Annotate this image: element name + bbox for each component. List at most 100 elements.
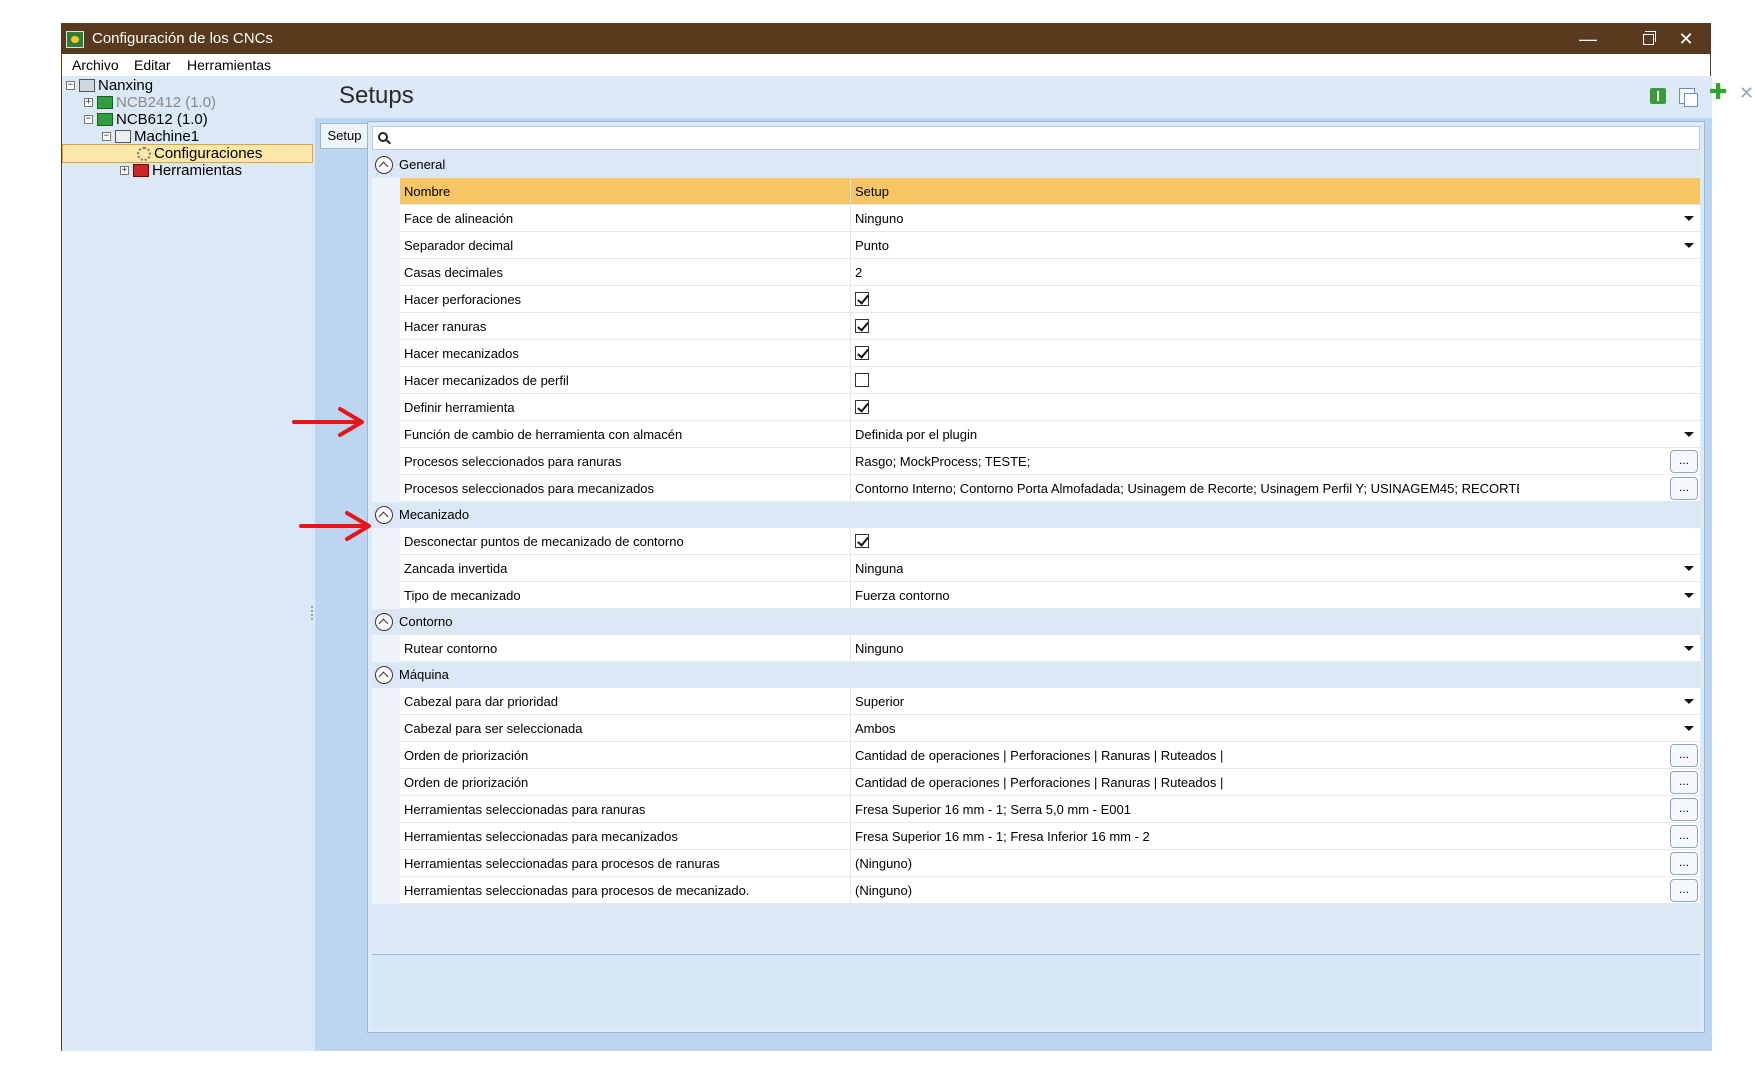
property-row[interactable]: Hacer mecanizados (400, 340, 1700, 367)
property-row[interactable]: Rutear contorno Ninguno (400, 635, 1700, 662)
ellipsis-button[interactable]: ... (1670, 450, 1698, 473)
property-row[interactable]: Cabezal para dar prioridad Superior (400, 688, 1700, 715)
property-value-cell[interactable]: Punto (850, 232, 1700, 259)
splitter-handle[interactable] (311, 606, 314, 620)
property-value-cell[interactable]: (Ninguno) ... (850, 850, 1700, 877)
ellipsis-button[interactable]: ... (1670, 744, 1698, 767)
property-row[interactable]: Zancada invertida Ninguna (400, 555, 1700, 582)
property-row[interactable]: Procesos seleccionados para mecanizados … (400, 475, 1700, 502)
collapse-icon[interactable]: − (102, 132, 111, 141)
ellipsis-button[interactable]: ... (1670, 771, 1698, 794)
checkbox[interactable] (855, 346, 869, 360)
property-row[interactable]: Casas decimales 2 (400, 259, 1700, 286)
property-value-cell[interactable]: Ambos (850, 715, 1700, 742)
property-row[interactable]: Cabezal para ser seleccionada Ambos (400, 715, 1700, 742)
info-icon[interactable] (1650, 88, 1666, 104)
property-value-cell[interactable] (850, 340, 1700, 367)
property-row[interactable]: Función de cambio de herramienta con alm… (400, 421, 1700, 448)
dropdown-arrow-icon[interactable] (1684, 646, 1694, 651)
property-row[interactable]: Hacer mecanizados de perfil (400, 367, 1700, 394)
property-value-cell[interactable]: Fuerza contorno (850, 582, 1700, 609)
property-row[interactable]: Hacer ranuras (400, 313, 1700, 340)
property-value: (Ninguno) (855, 883, 913, 898)
dropdown-arrow-icon[interactable] (1684, 593, 1694, 598)
category-row[interactable]: Máquina (372, 662, 1700, 688)
expand-icon[interactable]: + (120, 166, 129, 175)
property-value-cell[interactable]: Ninguno (850, 635, 1700, 662)
dropdown-arrow-icon[interactable] (1684, 216, 1694, 221)
checkbox[interactable] (855, 319, 869, 333)
dropdown-arrow-icon[interactable] (1684, 566, 1694, 571)
property-value-cell[interactable]: Fresa Superior 16 mm - 1; Fresa Inferior… (850, 823, 1700, 850)
gear-icon (137, 146, 151, 161)
property-row[interactable]: Tipo de mecanizado Fuerza contorno (400, 582, 1700, 609)
collapse-category-icon[interactable] (375, 613, 393, 631)
property-value-cell[interactable] (850, 528, 1700, 555)
checkbox[interactable] (855, 400, 869, 414)
property-row[interactable]: Orden de priorización Cantidad de operac… (400, 742, 1700, 769)
category-row[interactable]: General (372, 152, 1700, 178)
property-value-cell[interactable]: Superior (850, 688, 1700, 715)
property-row[interactable]: Procesos seleccionados para ranuras Rasg… (400, 448, 1700, 475)
delete-icon[interactable]: ✕ (1739, 84, 1755, 102)
property-value-cell[interactable]: Rasgo; MockProcess; TESTE; ... (850, 448, 1700, 475)
property-value-cell[interactable]: Fresa Superior 16 mm - 1; Serra 5,0 mm -… (850, 796, 1700, 823)
dropdown-arrow-icon[interactable] (1684, 699, 1694, 704)
property-value-cell[interactable] (850, 286, 1700, 313)
close-button[interactable]: ✕ (1660, 24, 1712, 54)
tab-setup[interactable]: Setup (320, 123, 368, 149)
property-row[interactable]: Herramientas seleccionadas para procesos… (400, 850, 1700, 877)
menu-herramientas[interactable]: Herramientas (187, 57, 271, 73)
dropdown-arrow-icon[interactable] (1684, 243, 1694, 248)
search-input[interactable] (372, 126, 1700, 150)
property-value[interactable]: 2 (855, 265, 862, 280)
menu-archivo[interactable]: Archivo (72, 57, 119, 73)
collapse-category-icon[interactable] (375, 156, 393, 174)
ellipsis-button[interactable]: ... (1670, 852, 1698, 875)
collapse-category-icon[interactable] (375, 506, 393, 524)
checkbox[interactable] (855, 373, 869, 387)
collapse-icon[interactable]: − (66, 81, 75, 90)
app-icon (66, 31, 84, 48)
property-row[interactable]: Orden de priorización Cantidad de operac… (400, 769, 1700, 796)
property-row[interactable]: Herramientas seleccionadas para mecaniza… (400, 823, 1700, 850)
property-value-cell[interactable]: Cantidad de operaciones | Perforaciones … (850, 742, 1700, 769)
property-value-cell[interactable] (850, 394, 1700, 421)
collapse-icon[interactable]: − (84, 115, 93, 124)
checkbox[interactable] (855, 292, 869, 306)
minimize-button[interactable]: — (1558, 24, 1618, 54)
property-value-cell[interactable]: Contorno Interno; Contorno Porta Almofad… (850, 475, 1700, 502)
add-icon[interactable]: ✚ (1709, 81, 1727, 103)
dropdown-arrow-icon[interactable] (1684, 726, 1694, 731)
property-row[interactable]: Separador decimal Punto (400, 232, 1700, 259)
factory-icon (79, 79, 95, 92)
collapse-category-icon[interactable] (375, 666, 393, 684)
property-row[interactable]: Hacer perforaciones (400, 286, 1700, 313)
tree-node-herramientas[interactable]: + Herramientas (120, 161, 242, 180)
property-row[interactable]: Desconectar puntos de mecanizado de cont… (400, 528, 1700, 555)
property-row[interactable]: Face de alineación Ninguno (400, 205, 1700, 232)
property-value-cell[interactable]: Ninguno (850, 205, 1700, 232)
property-row[interactable]: Herramientas seleccionadas para ranuras … (400, 796, 1700, 823)
property-value-cell[interactable]: Ninguna (850, 555, 1700, 582)
property-row[interactable]: Herramientas seleccionadas para procesos… (400, 877, 1700, 904)
property-name: Función de cambio de herramienta con alm… (404, 427, 683, 442)
property-value-cell[interactable]: (Ninguno) ... (850, 877, 1700, 904)
ellipsis-button[interactable]: ... (1670, 825, 1698, 848)
ellipsis-button[interactable]: ... (1670, 798, 1698, 821)
dropdown-arrow-icon[interactable] (1684, 432, 1694, 437)
menu-editar[interactable]: Editar (134, 57, 171, 73)
ellipsis-button[interactable]: ... (1670, 879, 1698, 902)
ellipsis-button[interactable]: ... (1670, 477, 1698, 500)
property-value-cell[interactable]: 2 (850, 259, 1700, 286)
property-row[interactable]: Definir herramienta (400, 394, 1700, 421)
property-value-cell[interactable]: Definida por el plugin (850, 421, 1700, 448)
property-value-cell[interactable] (850, 313, 1700, 340)
category-row[interactable]: Mecanizado (372, 502, 1700, 528)
category-row[interactable]: Contorno (372, 609, 1700, 635)
copy-icon[interactable] (1679, 88, 1698, 107)
property-value-cell[interactable] (850, 367, 1700, 394)
property-value-cell[interactable]: Cantidad de operaciones | Perforaciones … (850, 769, 1700, 796)
expand-icon[interactable]: + (84, 98, 93, 107)
checkbox[interactable] (855, 534, 869, 548)
